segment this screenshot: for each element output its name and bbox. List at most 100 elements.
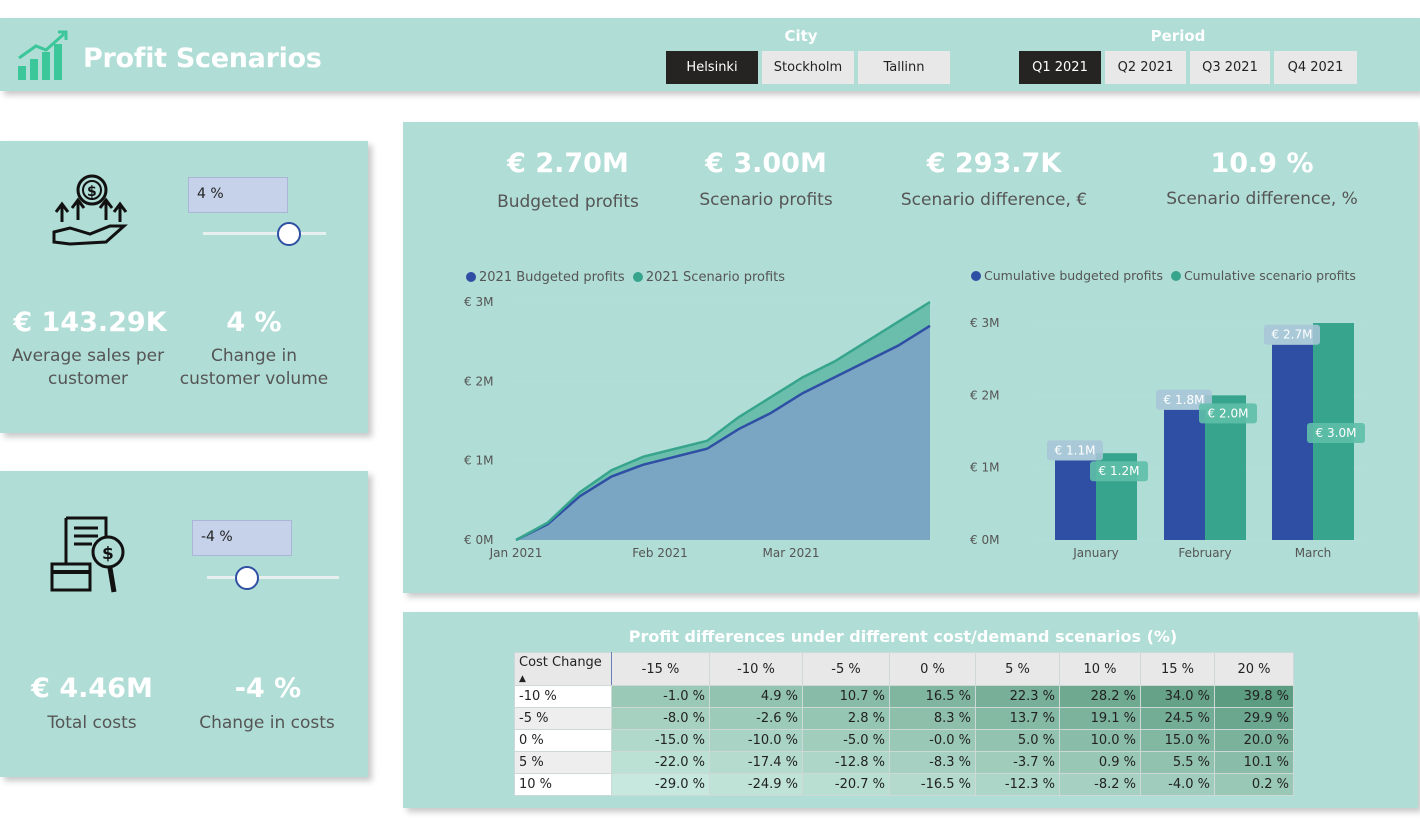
legend-budget-label: 2021 Budgeted profits bbox=[479, 270, 625, 285]
matrix-row-label: 10 % bbox=[514, 773, 612, 796]
matrix-column-header[interactable]: -5 % bbox=[802, 652, 890, 686]
monthly-cumulative-bar-chart: € 3M € 2M € 1M € 0M € 1.1M€ 1.2M January € 1.8… bbox=[970, 316, 1365, 560]
matrix-column-header[interactable]: 0 % bbox=[889, 652, 976, 686]
cost-change-slider-track[interactable] bbox=[207, 576, 339, 579]
bar-y-tick-label: € 0M bbox=[970, 533, 999, 547]
bar-y-tick-label: € 1M bbox=[970, 461, 999, 475]
matrix-cell: -8.2 % bbox=[1059, 773, 1141, 796]
matrix-cell: 24.5 % bbox=[1140, 707, 1215, 730]
cost-change-slider-thumb[interactable] bbox=[234, 566, 259, 590]
matrix-row-label: -5 % bbox=[514, 707, 612, 730]
matrix-cell: 16.5 % bbox=[889, 685, 976, 708]
bar-category-label: February bbox=[1178, 546, 1231, 560]
matrix-cell: -29.0 % bbox=[611, 773, 710, 796]
area-x-tick-label: Feb 2021 bbox=[632, 546, 688, 560]
customer-volume-slider-thumb[interactable] bbox=[277, 222, 302, 246]
legend-cum-budget-dot bbox=[971, 271, 981, 281]
matrix-column-header[interactable]: -15 % bbox=[611, 652, 710, 686]
cost-change-value: -4 % bbox=[234, 673, 302, 704]
area-y-tick-label: € 0M bbox=[464, 533, 493, 547]
area-y-tick-label: € 3M bbox=[464, 295, 493, 309]
matrix-cell: -22.0 % bbox=[611, 751, 710, 774]
kpi-diff-pct-value: 10.9 % bbox=[1210, 148, 1314, 179]
legend-budget-dot bbox=[466, 272, 476, 282]
svg-text:$: $ bbox=[87, 184, 97, 200]
city-button-tallinn[interactable]: Tallinn bbox=[858, 51, 950, 84]
matrix-cell: 4.9 % bbox=[709, 685, 803, 708]
matrix-row-header[interactable]: Cost Change ▲ bbox=[514, 652, 612, 686]
bar-category-label: March bbox=[1295, 546, 1332, 560]
matrix-cell: 5.0 % bbox=[975, 729, 1060, 752]
matrix-row: -10 % -1.0 % 4.9 % 10.7 % 16.5 % 22.3 % 28.2 %… bbox=[514, 685, 1294, 708]
period-button-q4[interactable]: Q4 2021 bbox=[1274, 51, 1357, 84]
matrix-cell: -8.3 % bbox=[889, 751, 976, 774]
kpi-diff-pct-label: Scenario difference, % bbox=[1166, 189, 1358, 209]
customer-volume-slider-track[interactable] bbox=[203, 232, 326, 235]
scenario-data-label: € 1.2M bbox=[1099, 464, 1140, 478]
matrix-cell: -8.0 % bbox=[611, 707, 710, 730]
matrix-cell: -2.6 % bbox=[709, 707, 803, 730]
scenario-data-label: € 3.0M bbox=[1316, 426, 1357, 440]
matrix-title: Profit differences under different cost/… bbox=[628, 627, 1178, 646]
matrix-row-label: 0 % bbox=[514, 729, 612, 752]
kpi-scenario-value: € 3.00M bbox=[705, 148, 827, 179]
matrix-cell: 8.3 % bbox=[889, 707, 976, 730]
matrix-cell: -0.0 % bbox=[889, 729, 976, 752]
matrix-cell: -3.7 % bbox=[975, 751, 1060, 774]
matrix-column-header[interactable]: 10 % bbox=[1059, 652, 1141, 686]
city-button-stockholm[interactable]: Stockholm bbox=[762, 51, 854, 84]
area-x-tick-label: Mar 2021 bbox=[763, 546, 820, 560]
period-button-q2[interactable]: Q2 2021 bbox=[1105, 51, 1186, 84]
matrix-cell: 34.0 % bbox=[1140, 685, 1215, 708]
kpi-scenario-label: Scenario profits bbox=[699, 190, 833, 210]
matrix-cell: -1.0 % bbox=[611, 685, 710, 708]
cost-change-label: Change in costs bbox=[199, 713, 335, 733]
area-y-tick-label: € 2M bbox=[464, 374, 493, 388]
period-button-q3[interactable]: Q3 2021 bbox=[1190, 51, 1270, 84]
kpi-budgeted-value: € 2.70M bbox=[507, 148, 629, 179]
matrix-cell: 5.5 % bbox=[1140, 751, 1215, 774]
legend-cum-scenario-label: Cumulative scenario profits bbox=[1183, 268, 1356, 283]
matrix-cell: 22.3 % bbox=[975, 685, 1060, 708]
matrix-cell: -5.0 % bbox=[802, 729, 890, 752]
period-button-q1[interactable]: Q1 2021 bbox=[1019, 51, 1101, 84]
budget-data-label: € 2.7M bbox=[1272, 328, 1313, 342]
matrix-column-header[interactable]: 5 % bbox=[975, 652, 1060, 686]
bar-category-label: January bbox=[1072, 546, 1119, 560]
budget-bar bbox=[1164, 409, 1205, 540]
matrix-cell: -17.4 % bbox=[709, 751, 803, 774]
matrix-cell: 29.9 % bbox=[1214, 707, 1294, 730]
area-chart-legend: 2021 Budgeted profits 2021 Scenario prof… bbox=[466, 270, 785, 285]
svg-text:$: $ bbox=[102, 544, 114, 564]
city-slicer-label: City bbox=[784, 27, 818, 45]
kpi-diff-eur-label: Scenario difference, € bbox=[900, 190, 1088, 210]
customer-volume-input[interactable]: 4 % bbox=[188, 177, 288, 213]
legend-scenario-label: 2021 Scenario profits bbox=[645, 270, 786, 285]
matrix-cell: 10.1 % bbox=[1214, 751, 1294, 774]
matrix-column-header[interactable]: -10 % bbox=[709, 652, 803, 686]
page-title: Profit Scenarios bbox=[83, 43, 322, 74]
bar-y-tick-label: € 3M bbox=[970, 316, 999, 330]
city-button-helsinki[interactable]: Helsinki bbox=[666, 51, 758, 84]
matrix-column-header[interactable]: 15 % bbox=[1140, 652, 1215, 686]
scenario-data-label: € 2.0M bbox=[1208, 406, 1249, 420]
matrix-cell: 10.0 % bbox=[1059, 729, 1141, 752]
matrix-cell: -12.3 % bbox=[975, 773, 1060, 796]
scenario-matrix-table: Cost Change ▲ -15 % -10 % -5 % 0 % 5 % 10 % 15 %… bbox=[514, 652, 1294, 796]
matrix-cell: -15.0 % bbox=[611, 729, 710, 752]
matrix-cell: 15.0 % bbox=[1140, 729, 1215, 752]
cost-change-input[interactable]: -4 % bbox=[192, 520, 292, 556]
budget-bar bbox=[1272, 344, 1313, 540]
matrix-cell: 20.0 % bbox=[1214, 729, 1294, 752]
legend-cum-scenario-dot bbox=[1170, 271, 1181, 281]
bar-chart-legend: Cumulative budgeted profits Cumulative s… bbox=[971, 268, 1356, 283]
kpi-diff-eur-value: € 293.7K bbox=[926, 148, 1062, 179]
matrix-column-header[interactable]: 20 % bbox=[1214, 652, 1294, 686]
matrix-cell: -4.0 % bbox=[1140, 773, 1215, 796]
matrix-row: 5 % -22.0 % -17.4 % -12.8 % -8.3 % -3.7 % 0.9 … bbox=[514, 751, 1294, 774]
matrix-cell: 19.1 % bbox=[1059, 707, 1141, 730]
customer-change-label-line1: Change in bbox=[211, 346, 297, 366]
matrix-cell: -24.9 % bbox=[709, 773, 803, 796]
matrix-row: -5 % -8.0 % -2.6 % 2.8 % 8.3 % 13.7 % 19.1 % 24… bbox=[514, 707, 1294, 730]
matrix-row-label: -10 % bbox=[514, 685, 612, 708]
